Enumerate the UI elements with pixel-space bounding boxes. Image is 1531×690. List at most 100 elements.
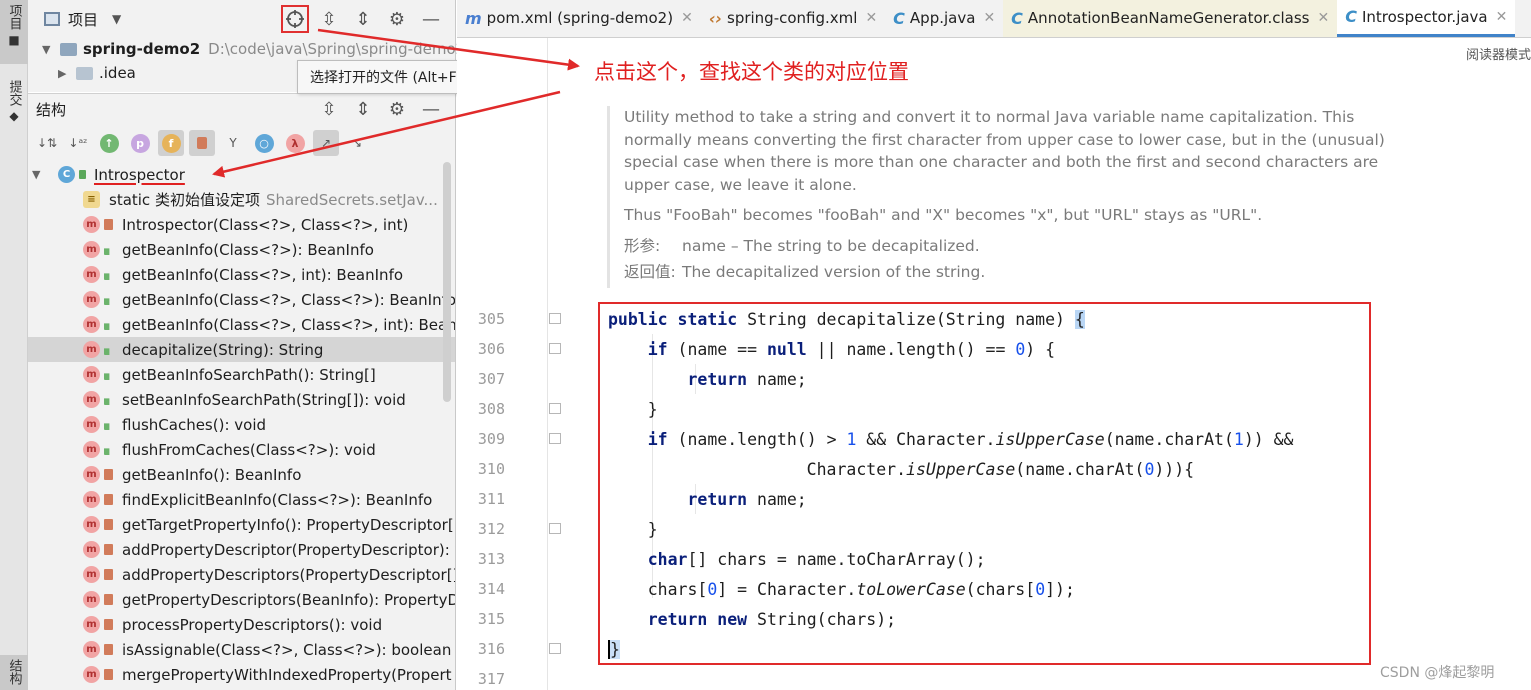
structure-member-row[interactable]: m getBeanInfoSearchPath(): String[] [28,362,455,387]
structure-member-row[interactable]: m isAssignable(Class<?>, Class<?>): boole… [28,637,455,662]
structure-member-row[interactable]: m getBeanInfo(): BeanInfo [28,462,455,487]
line-number: 305 [477,310,505,328]
project-panel-title[interactable]: 项目 [68,9,98,30]
xml-icon: ‹› [708,8,722,28]
gear-icon[interactable]: ⚙ [380,94,414,124]
structure-tool-tab[interactable]: 结构 [0,655,28,690]
editor-tab-label: pom.xml (spring-demo2) [486,9,674,27]
project-tool-tab[interactable]: 项目 ■ [0,0,28,64]
project-panel-actions: ⇳ ⇕ ⚙ — [278,0,448,38]
method-icon: m [83,416,100,433]
inner-class-icon[interactable]: λ [282,130,308,156]
sort-by-visibility-icon[interactable]: ↓⇅ [34,130,60,156]
expanded-arrow-icon: ▼ [42,42,51,56]
module-folder-icon [60,42,77,56]
autoscroll-to-source-icon[interactable]: ↗ [313,130,339,156]
gear-icon[interactable]: ⚙ [380,0,414,38]
code-line: 305 public static String decapitalize(St… [457,304,1531,334]
close-icon[interactable]: ✕ [1496,9,1508,25]
structure-member-row[interactable]: m addPropertyDescriptor(PropertyDescripto… [28,537,455,562]
fields-icon[interactable]: f [158,130,184,156]
editor-tab[interactable]: C App.java ✕ [885,0,1003,37]
hide-panel-icon[interactable]: — [414,94,448,124]
editor-tab[interactable]: ‹› spring-config.xml ✕ [701,0,885,37]
close-icon[interactable]: ✕ [1317,10,1329,26]
editor-tab-label: App.java [909,9,976,27]
tree-row-project-root[interactable]: ▼ spring-demo2 D:\code\java\Spring\sprin… [42,37,465,61]
select-opened-file-button[interactable] [281,5,309,33]
structure-member-row[interactable]: m getTargetPropertyInfo(): PropertyDescri… [28,512,455,537]
properties-icon[interactable]: p [127,130,153,156]
annotation-text: 点击这个，查找这个类的对应位置 [594,60,909,84]
structure-member-row[interactable]: m Introspector(Class<?>, Class<?>, int) [28,212,455,237]
structure-member-row[interactable]: m getBeanInfo(Class<?>): BeanInfo [28,237,455,262]
fold-marker-icon[interactable] [549,343,561,354]
code-line: 312 } [457,514,1531,544]
fold-marker-icon[interactable] [549,313,561,324]
lambda-icon[interactable]: ○ [251,130,277,156]
non-public-icon[interactable] [189,130,215,156]
commit-tool-tab-label: 提交 [6,80,22,106]
structure-member-row[interactable]: m decapitalize(String): String [28,337,455,362]
structure-member-label: decapitalize(String): String [122,340,324,359]
private-lock-icon [104,594,113,605]
method-icon: m [83,266,100,283]
fold-marker-icon[interactable] [549,523,561,534]
project-panel-header: 项目 ▼ ⇳ ⇕ ⚙ — [28,0,456,38]
hide-panel-icon[interactable]: — [414,0,448,38]
structure-member-row[interactable]: m getBeanInfo(Class<?>, Class<?>): BeanIn… [28,287,455,312]
structure-member-row[interactable]: m getPropertyDescriptors(BeanInfo): Prope… [28,587,455,612]
structure-root-label: Introspector [94,165,185,184]
expand-all-icon[interactable]: ⇳ [312,0,346,38]
folder-icon [76,66,93,80]
structure-root-row[interactable]: ▼ C Introspector [28,162,185,187]
structure-member-row[interactable]: m flushCaches(): void [28,412,455,437]
code-text: Character.isUpperCase(name.charAt(0))){ [608,459,1195,479]
editor-tab[interactable]: m pom.xml (spring-demo2) ✕ [457,0,701,37]
close-icon[interactable]: ✕ [983,10,995,26]
close-icon[interactable]: ✕ [681,10,693,26]
structure-member-row[interactable]: m processPropertyDescriptors(): void [28,612,455,637]
public-access-icon [104,248,110,255]
structure-scrollbar[interactable] [443,162,451,402]
fold-marker-icon[interactable] [549,643,561,654]
structure-member-row[interactable]: m getBeanInfo(Class<?>, Class<?>, int): B… [28,312,455,337]
method-icon: m [83,291,100,308]
static-initializer-icon: ≡ [83,191,100,208]
collapse-all-icon[interactable]: ⇕ [346,94,380,124]
structure-member-row[interactable]: m addPropertyDescriptors(PropertyDescript… [28,562,455,587]
collapse-all-icon[interactable]: ⇕ [346,0,380,38]
inherited-icon[interactable]: ↑ [96,130,122,156]
reader-mode-toggle[interactable]: 阅读器模式 [1466,44,1531,63]
line-number: 309 [477,430,505,448]
code-editor[interactable]: 阅读器模式 Utility method to take a string an… [457,38,1531,690]
expand-all-icon[interactable]: ⇳ [312,94,346,124]
fold-marker-icon[interactable] [549,403,561,414]
editor-tab[interactable]: C AnnotationBeanNameGenerator.class ✕ [1003,0,1338,37]
code-line: 311 return name; [457,484,1531,514]
autoscroll-from-source-icon[interactable]: ↘ [344,130,370,156]
structure-member-row[interactable]: m flushFromCaches(Class<?>): void [28,437,455,462]
line-number: 313 [477,550,505,568]
tree-row-idea[interactable]: ▶ .idea [58,61,136,85]
fold-marker-icon[interactable] [549,433,561,444]
structure-member-row[interactable]: ≡ static 类初始值设定项 SharedSecrets.setJav... [28,187,455,212]
anonymous-icon[interactable]: Y [220,130,246,156]
collapsed-arrow-icon: ▶ [58,66,67,80]
structure-panel-actions: ⇳ ⇕ ⚙ — [312,94,448,124]
structure-member-row[interactable]: m mergePropertyWithIndexedProperty(Proper… [28,662,455,687]
javadoc-example: Thus "FooBah" becomes "fooBah" and "X" b… [624,206,1263,224]
close-icon[interactable]: ✕ [865,10,877,26]
method-icon: m [83,541,100,558]
structure-member-row[interactable]: m getBeanInfo(Class<?>, int): BeanInfo [28,262,455,287]
structure-member-label: setBeanInfoSearchPath(String[]): void [122,390,406,409]
method-icon: m [83,441,100,458]
editor-tab[interactable]: C Introspector.java ✕ [1337,0,1516,37]
sort-alpha-icon[interactable]: ↓ᵃᶻ [65,130,91,156]
structure-member-row[interactable]: m findExplicitBeanInfo(Class<?>): BeanInf… [28,487,455,512]
commit-tool-tab[interactable]: 提交 ◆ [0,76,28,132]
structure-member-row[interactable]: m setBeanInfoSearchPath(String[]): void [28,387,455,412]
java-class-icon: C [1345,7,1357,26]
chevron-down-icon[interactable]: ▼ [112,12,121,26]
project-tool-tab-label: 项目 [6,4,22,30]
